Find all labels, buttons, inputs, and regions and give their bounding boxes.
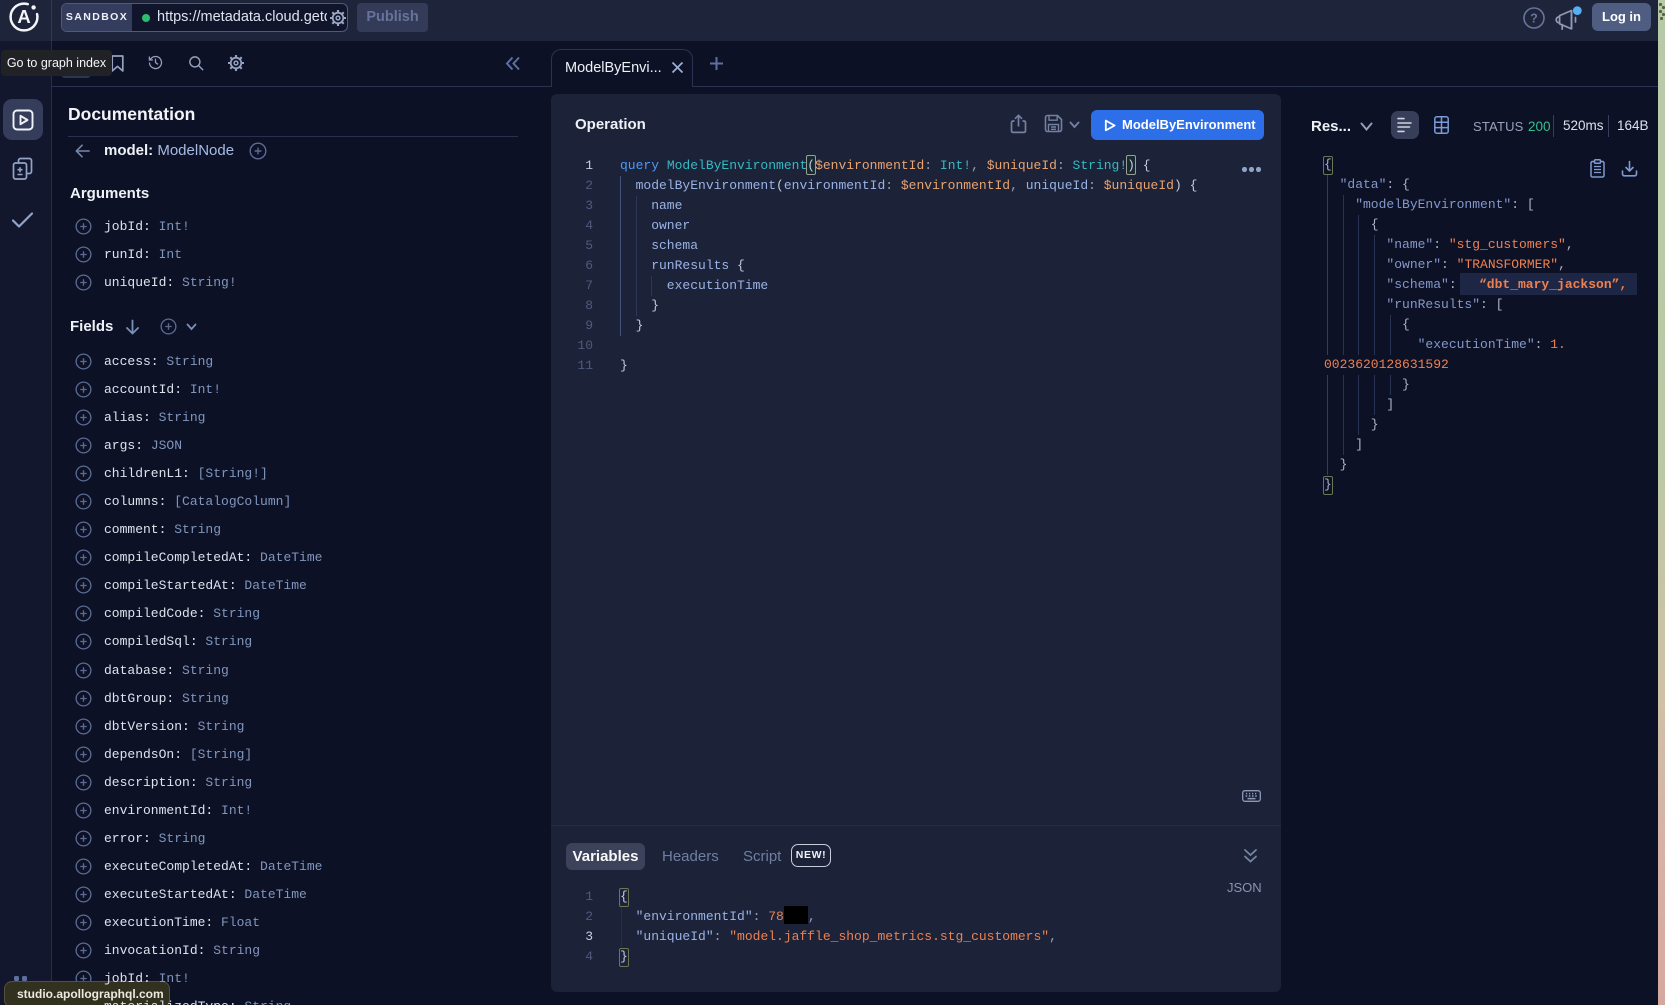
- svg-text:A: A: [17, 6, 30, 27]
- svg-text:?: ?: [1530, 12, 1538, 26]
